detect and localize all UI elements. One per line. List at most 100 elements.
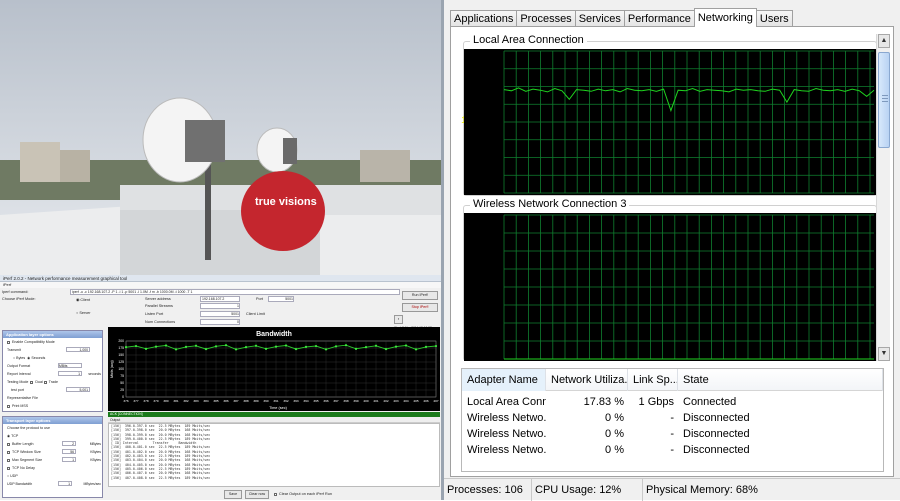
window-field[interactable]: 56 [62, 449, 76, 454]
bandwidth-title: Bandwidth [256, 331, 292, 338]
x-tick-label: 387 [233, 399, 238, 403]
status-bar: Processes: 106 CPU Usage: 12% Physical M… [444, 478, 900, 501]
adapter-speed-cell: - [670, 412, 674, 424]
command-field[interactable]: iperf -u -c 192.168.107.2 -P 1 -i 1 -p 5… [70, 289, 400, 295]
seconds-label[interactable]: Seconds [31, 356, 45, 360]
adapter-name-cell: Wireless Netwo... [467, 412, 546, 424]
x-tick-label: 392 [283, 399, 288, 403]
tab-processes[interactable]: Processes [516, 10, 576, 27]
client-radio[interactable]: ◉ Client [76, 297, 90, 302]
server-radio[interactable]: ○ Server [76, 311, 91, 315]
bandwidth-chart: Bandwidth Mbits (avg) Time (sec) 200 175 1… [108, 327, 440, 411]
bandwidth-xlabel: Time (sec) [269, 406, 288, 410]
mss-unit[interactable]: KBytes [90, 456, 101, 464]
save-button[interactable]: Save [224, 490, 242, 499]
bandwidth-point [214, 345, 218, 348]
listen-port-field[interactable]: 5001 [200, 311, 240, 317]
udp-bw-field[interactable]: 1 [58, 481, 72, 486]
bytes-label[interactable]: Bytes [16, 356, 25, 360]
adapter-row[interactable]: Wireless Netwo... 0 % - Disconnected [462, 410, 883, 426]
window-label: TCP Window Size [12, 450, 41, 454]
iperf-bottom-bar: Save Clear now Clear Output on each iPer… [108, 489, 440, 499]
report-interval-field[interactable]: 1 [58, 371, 82, 376]
bandwidth-point [334, 345, 338, 348]
app-layer-panel: Application layer options Enable Compati… [2, 330, 103, 412]
buffer-field[interactable]: 2 [62, 441, 76, 446]
clear-now-button[interactable]: Clear now [245, 490, 269, 499]
mss-field[interactable]: 1 [62, 457, 76, 462]
bandwidth-point [374, 344, 378, 347]
bandwidth-point [424, 345, 428, 348]
bandwidth-point [394, 345, 398, 348]
run-iperf-button[interactable]: Run IPerf! [402, 291, 438, 300]
column-header[interactable]: State [678, 369, 883, 391]
adapter-state-cell: Connected [683, 396, 737, 408]
save-icon[interactable]: ▪ [394, 315, 403, 324]
bandwidth-point [344, 344, 348, 347]
adapter-row[interactable]: Wireless Netwo... 0 % - Disconnected [462, 442, 883, 458]
bandwidth-series-line [125, 344, 437, 350]
clear-each-checkbox[interactable]: Clear Output on each iPerf Run [274, 492, 332, 496]
nodelay-checkbox[interactable]: TCP No Delay [3, 464, 102, 472]
scroll-down-icon[interactable]: ▼ [878, 347, 890, 361]
bandwidth-point [254, 344, 258, 347]
test-port-field[interactable]: 5,001 [66, 387, 90, 392]
trade-label[interactable]: Trade [49, 380, 58, 384]
transmit-label: Transmit [7, 348, 21, 352]
output-format-select[interactable]: MBits [58, 363, 82, 368]
status-cpu: CPU Usage: 12% [532, 479, 643, 501]
tab-users[interactable]: Users [755, 10, 793, 27]
x-tick-label: 394 [303, 399, 308, 403]
column-header[interactable]: Link Sp... [628, 369, 678, 391]
x-tick-label: 380 [163, 399, 168, 403]
window-unit[interactable]: KBytes [90, 448, 101, 456]
transport-layer-panel: Transport layer options Choose the proto… [2, 416, 103, 498]
adapter-speed-cell: - [670, 444, 674, 456]
dual-label[interactable]: Dual [35, 380, 42, 384]
lan-graph-group: Local Area Connection 25 % 12.50 % 0 % [461, 34, 877, 196]
iperf-menu[interactable]: iPerf [0, 282, 441, 288]
adapter-row[interactable]: Wireless Netwo... 0 % - Disconnected [462, 426, 883, 442]
server-address-field[interactable]: 192.168.107.2 [200, 296, 240, 302]
transmit-field[interactable]: 1,000 [66, 347, 90, 352]
scrollbar-thumb[interactable] [878, 52, 890, 148]
x-tick-label: 397 [333, 399, 338, 403]
bandwidth-point [244, 346, 248, 349]
nodelay-label: TCP No Delay [12, 466, 35, 470]
testing-mode-row: Testing Mode Dual Trade [3, 378, 102, 386]
parallel-field[interactable]: 1 [200, 303, 240, 309]
tab-services[interactable]: Services [574, 10, 625, 27]
udp-radio[interactable]: ○ UDP [3, 472, 102, 480]
compat-checkbox[interactable]: Enable Compatibility Mode [3, 338, 102, 346]
x-tick-label: 406 [423, 399, 428, 403]
bandwidth-point [434, 344, 438, 348]
scroll-up-icon[interactable]: ▲ [878, 34, 890, 48]
bandwidth-point [384, 348, 388, 351]
y-tick-label: 175 [118, 346, 124, 350]
y-tick-label: 75 [120, 374, 124, 378]
networking-panel: Local Area Connection 25 % 12.50 % 0 % W… [450, 26, 894, 477]
tcp-radio[interactable]: ◉ TCP [3, 432, 102, 440]
adapter-list-header: Adapter Name Network Utiliza... Link Sp...… [462, 369, 883, 391]
port-label: Port [256, 297, 263, 301]
num-conn-field[interactable]: 0 [200, 319, 240, 325]
adapter-util-cell: 17.83 % [583, 396, 624, 408]
x-tick-label: 405 [413, 399, 418, 403]
column-header[interactable]: Network Utiliza... [546, 369, 628, 391]
bandwidth-point [304, 345, 308, 348]
tab-performance[interactable]: Performance [623, 10, 695, 27]
bandwidth-point [124, 346, 128, 349]
adapter-row[interactable]: Local Area Conn... 17.83 % 1 Gbps Connected [462, 394, 883, 410]
column-header[interactable]: Adapter Name [462, 369, 546, 391]
x-tick-label: 386 [223, 399, 228, 403]
x-tick-label: 382 [183, 399, 188, 403]
tab-networking[interactable]: Networking [693, 8, 757, 27]
print-mss-checkbox[interactable]: Print MSS [3, 402, 102, 410]
mss-row: Max Segment Size 1 KBytes [3, 456, 102, 464]
tab-applications[interactable]: Applications [450, 10, 518, 27]
port-field[interactable]: 5001 [268, 296, 294, 302]
stop-iperf-button[interactable]: Stop IPerf! [402, 303, 438, 312]
udp-bw-unit[interactable]: MBytes/sec [83, 480, 101, 488]
graphs-scrollbar[interactable]: ▲ ▼ [876, 34, 890, 361]
buffer-unit[interactable]: MBytes [90, 440, 101, 448]
